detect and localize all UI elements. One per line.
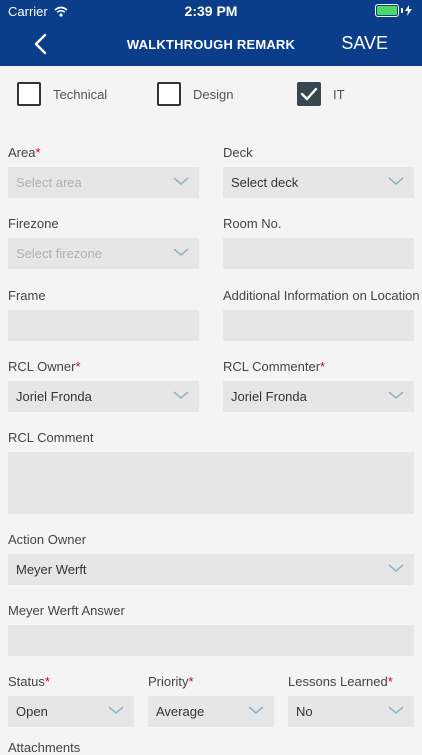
status-select[interactable]: Open — [8, 696, 134, 727]
checkbox-label: IT — [333, 86, 345, 102]
required-marker: * — [320, 359, 326, 374]
category-checkboxes: Technical Design IT — [0, 82, 422, 110]
action-owner-label: Action Owner — [8, 532, 87, 547]
rcl-owner-value: Joriel Fronda — [16, 389, 92, 404]
firezone-select[interactable]: Select firezone — [8, 238, 199, 269]
firezone-label: Firezone — [8, 216, 59, 231]
chevron-down-icon — [388, 564, 404, 573]
required-marker: * — [75, 359, 81, 374]
frame-field[interactable] — [8, 310, 199, 341]
checkbox-design[interactable]: Design — [157, 82, 233, 106]
attachments-label: Attachments — [8, 740, 81, 755]
rcl-comment-label: RCL Comment — [8, 430, 94, 445]
checkbox-it[interactable]: IT — [297, 82, 345, 106]
chevron-down-icon — [388, 177, 404, 186]
navigation-bar: WALKTHROUGH REMARK SAVE — [0, 22, 422, 66]
checkbox-label: Design — [193, 86, 234, 102]
lessons-learned-label: Lessons Learned* — [288, 674, 393, 689]
status-value: Open — [16, 704, 48, 719]
checkbox-box[interactable] — [17, 82, 41, 106]
meyer-answer-field[interactable] — [8, 625, 414, 656]
chevron-down-icon — [173, 248, 189, 257]
required-marker: * — [387, 674, 393, 689]
charging-icon — [405, 5, 412, 16]
area-label: Area* — [8, 145, 41, 160]
rcl-owner-select[interactable]: Joriel Fronda — [8, 381, 199, 412]
rcl-commenter-value: Joriel Fronda — [231, 389, 307, 404]
checkbox-box-checked[interactable] — [297, 82, 321, 106]
chevron-down-icon — [388, 706, 404, 715]
firezone-placeholder: Select firezone — [16, 246, 102, 261]
checkbox-technical[interactable]: Technical — [17, 82, 107, 106]
clock: 2:39 PM — [184, 3, 238, 19]
action-owner-select[interactable]: Meyer Werft — [8, 554, 414, 585]
priority-label: Priority* — [148, 674, 194, 689]
deck-select[interactable]: Select deck — [223, 167, 414, 198]
required-marker: * — [35, 145, 41, 160]
lessons-learned-value: No — [296, 704, 313, 719]
save-button[interactable]: SAVE — [341, 33, 388, 54]
additional-info-field[interactable] — [223, 310, 414, 341]
chevron-down-icon — [173, 177, 189, 186]
room-no-field[interactable] — [223, 238, 414, 269]
deck-label: Deck — [223, 145, 253, 160]
area-placeholder: Select area — [16, 175, 82, 190]
checkbox-label: Technical — [53, 86, 108, 102]
checkbox-box[interactable] — [157, 82, 181, 106]
checkmark-icon — [300, 87, 318, 101]
frame-label: Frame — [8, 288, 46, 303]
area-select[interactable]: Select area — [8, 167, 199, 198]
rcl-commenter-select[interactable]: Joriel Fronda — [223, 381, 414, 412]
required-marker: * — [188, 674, 194, 689]
required-marker: * — [44, 674, 50, 689]
status-label: Status* — [8, 674, 50, 689]
battery-icon — [375, 4, 399, 17]
rcl-commenter-label: RCL Commenter* — [223, 359, 326, 374]
chevron-down-icon — [248, 706, 264, 715]
meyer-answer-label: Meyer Werft Answer — [8, 603, 125, 618]
room-no-label: Room No. — [223, 216, 282, 231]
chevron-down-icon — [388, 391, 404, 400]
deck-value: Select deck — [231, 175, 299, 190]
rcl-comment-textarea[interactable] — [8, 452, 414, 514]
lessons-learned-select[interactable]: No — [288, 696, 414, 727]
battery-indicator — [375, 4, 412, 17]
chevron-down-icon — [173, 391, 189, 400]
chevron-down-icon — [108, 706, 124, 715]
status-bar: Carrier 2:39 PM — [0, 0, 422, 22]
priority-select[interactable]: Average — [148, 696, 274, 727]
additional-info-label: Additional Information on Location — [223, 288, 420, 303]
priority-value: Average — [156, 704, 205, 719]
rcl-owner-label: RCL Owner* — [8, 359, 81, 374]
action-owner-value: Meyer Werft — [16, 562, 87, 577]
